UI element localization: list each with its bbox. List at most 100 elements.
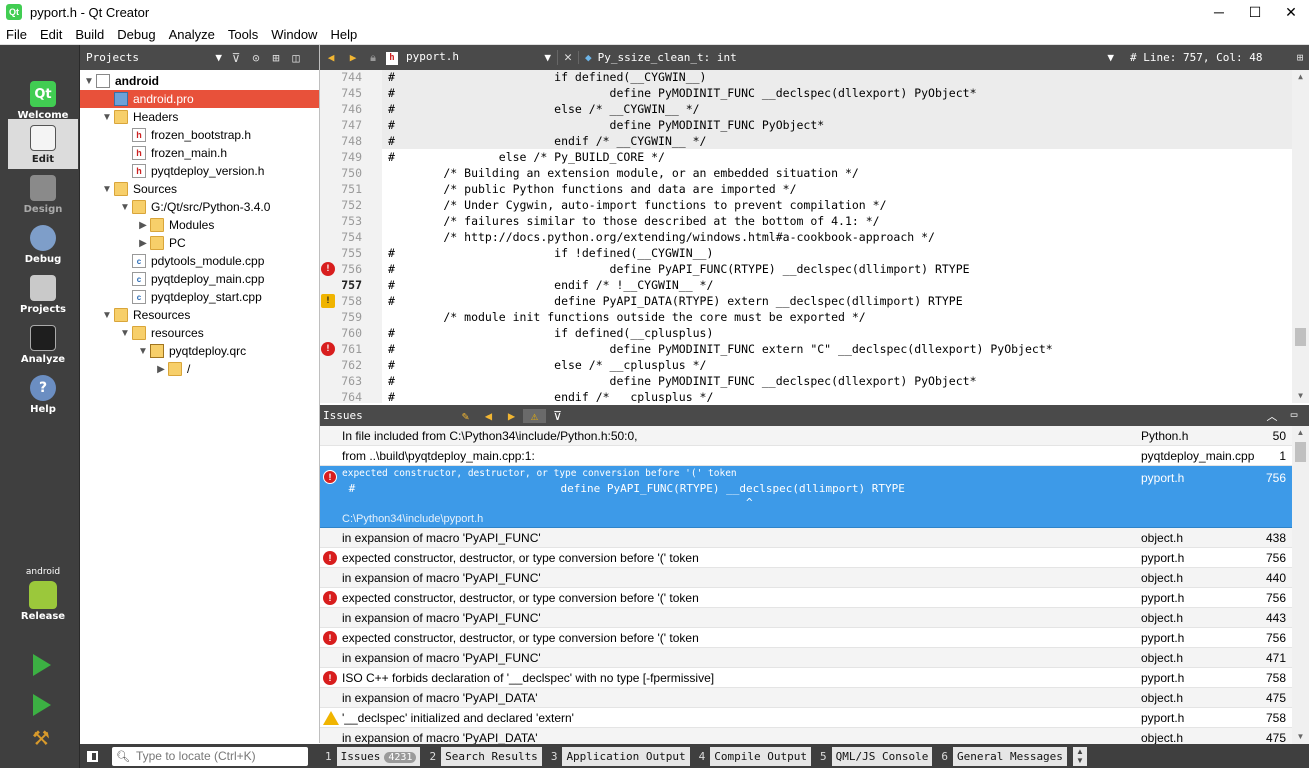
projects-view-selector[interactable]: Projects ▼ bbox=[82, 49, 226, 67]
chevron-right-icon[interactable]: ▶ bbox=[136, 238, 150, 249]
scroll-down-icon[interactable]: ▼ bbox=[1292, 730, 1309, 744]
code-line[interactable]: 748 # endif /* __CYGWIN__ */ bbox=[320, 133, 1292, 149]
code-line[interactable]: 758! # define PyAPI_DATA(RTYPE) extern __… bbox=[320, 293, 1292, 309]
selected-issue-row[interactable]: ! expected constructor, destructor, or t… bbox=[320, 466, 1292, 528]
scroll-down-icon[interactable]: ▼ bbox=[1292, 389, 1309, 403]
issues-list[interactable]: In file included from C:\Python34\includ… bbox=[320, 426, 1309, 744]
code-line[interactable]: 761! # define PyMODINIT_FUNC extern "C" _… bbox=[320, 341, 1292, 357]
code-line[interactable]: 745 # define PyMODINIT_FUNC __declspec(dl… bbox=[320, 85, 1292, 101]
menu-file[interactable]: File bbox=[0, 27, 33, 42]
locator-input[interactable]: 🔍︎ Type to locate (Ctrl+K) bbox=[112, 746, 308, 766]
menu-help[interactable]: Help bbox=[324, 27, 363, 42]
issue-row[interactable]: in expansion of macro 'PyAPI_FUNC' object… bbox=[320, 528, 1292, 548]
menu-window[interactable]: Window bbox=[265, 27, 323, 42]
close-sidebar-icon[interactable]: ◫ bbox=[286, 51, 306, 65]
issue-row[interactable]: ! expected constructor, destructor, or ty… bbox=[320, 628, 1292, 648]
issue-row[interactable]: in expansion of macro 'PyAPI_DATA' object… bbox=[320, 728, 1292, 744]
output-tab-application-output[interactable]: 3 Application Output bbox=[546, 746, 690, 766]
issue-row[interactable]: in expansion of macro 'PyAPI_FUNC' object… bbox=[320, 648, 1292, 668]
code-line[interactable]: 756! # define PyAPI_FUNC(RTYPE) __declspe… bbox=[320, 261, 1292, 277]
chevron-right-icon[interactable]: ▶ bbox=[154, 364, 168, 375]
tree-item[interactable]: ▶ Modules bbox=[80, 216, 319, 234]
back-icon[interactable]: ◀ bbox=[320, 51, 342, 64]
code-line[interactable]: 764 # endif /* __cplusplus */ bbox=[320, 389, 1292, 403]
chevron-down-icon[interactable]: ▼ bbox=[100, 310, 114, 321]
scrollbar-thumb[interactable] bbox=[1295, 442, 1306, 462]
code-line[interactable]: 755 # if !defined(__CYGWIN__) bbox=[320, 245, 1292, 261]
code-line[interactable]: 746 # else /* __CYGWIN__ */ bbox=[320, 101, 1292, 117]
hide-pane-icon[interactable]: ▭ bbox=[1283, 408, 1305, 424]
mode-projects[interactable]: Projects bbox=[8, 269, 78, 319]
tree-item[interactable]: c pdytools_module.cpp bbox=[80, 252, 319, 270]
mode-help[interactable]: ? Help bbox=[8, 369, 78, 419]
menu-debug[interactable]: Debug bbox=[111, 27, 161, 42]
error-marker-icon[interactable]: ! bbox=[321, 342, 335, 356]
tree-item[interactable]: h frozen_main.h bbox=[80, 144, 319, 162]
issue-row[interactable]: ! ISO C++ forbids declaration of '__decls… bbox=[320, 668, 1292, 688]
tree-item[interactable]: c pyqtdeploy_start.cpp bbox=[80, 288, 319, 306]
code-line[interactable]: 754 /* http://docs.python.org/extending/… bbox=[320, 229, 1292, 245]
mode-analyze[interactable]: Analyze bbox=[8, 319, 78, 369]
code-line[interactable]: 747 # define PyMODINIT_FUNC PyObject* bbox=[320, 117, 1292, 133]
code-line[interactable]: 760 # if defined(__cplusplus) bbox=[320, 325, 1292, 341]
close-document-icon[interactable]: ✕ bbox=[558, 50, 578, 65]
maximize-pane-icon[interactable]: ︿ bbox=[1261, 408, 1283, 424]
build-button[interactable]: ⚒ bbox=[28, 725, 56, 753]
previous-issue-icon[interactable]: ◀ bbox=[477, 409, 500, 423]
issue-row[interactable]: in expansion of macro 'PyAPI_DATA' object… bbox=[320, 688, 1292, 708]
scrollbar-thumb[interactable] bbox=[1295, 328, 1306, 346]
mode-welcome[interactable]: Qt Welcome bbox=[8, 75, 78, 125]
issue-row[interactable]: in expansion of macro 'PyAPI_FUNC' object… bbox=[320, 608, 1292, 628]
chevron-right-icon[interactable]: ▶ bbox=[136, 220, 150, 231]
error-marker-icon[interactable]: ! bbox=[321, 262, 335, 276]
link-icon[interactable]: ⊙ bbox=[246, 51, 266, 65]
code-line[interactable]: 762 # else /* __cplusplus */ bbox=[320, 357, 1292, 373]
code-line[interactable]: 744 # if defined(__CYGWIN__) bbox=[320, 70, 1292, 85]
output-tab-compile-output[interactable]: 4 Compile Output bbox=[694, 746, 811, 766]
kit-selector[interactable]: android Release bbox=[8, 567, 78, 637]
debug-run-button[interactable] bbox=[28, 691, 56, 719]
tree-item[interactable]: c pyqtdeploy_main.cpp bbox=[80, 270, 319, 288]
more-tabs-stepper[interactable]: ▲ ▼ bbox=[1072, 746, 1087, 766]
tree-item[interactable]: h pyqtdeploy_version.h bbox=[80, 162, 319, 180]
minimize-button[interactable]: ─ bbox=[1201, 0, 1237, 24]
symbol-selector[interactable]: ◆ Py_ssize_clean_t: int ▼ bbox=[578, 51, 1120, 64]
code-line[interactable]: 750 /* Building an extension module, or … bbox=[320, 165, 1292, 181]
cursor-position[interactable]: # Line: 757, Col: 48 bbox=[1120, 51, 1291, 64]
tree-item[interactable]: ▼ Headers bbox=[80, 108, 319, 126]
code-line[interactable]: 757 # endif /* !__CYGWIN__ */ bbox=[320, 277, 1292, 293]
split-editor-icon[interactable]: ⊞ bbox=[1291, 51, 1309, 64]
next-issue-icon[interactable]: ▶ bbox=[500, 409, 523, 423]
chevron-down-icon[interactable]: ▼ bbox=[118, 202, 132, 213]
run-button[interactable] bbox=[28, 651, 56, 679]
tree-item[interactable]: ▼ Sources bbox=[80, 180, 319, 198]
scroll-up-icon[interactable]: ▲ bbox=[1292, 70, 1309, 84]
code-line[interactable]: 763 # define PyMODINIT_FUNC __declspec(dl… bbox=[320, 373, 1292, 389]
maximize-button[interactable]: ☐ bbox=[1237, 0, 1273, 24]
menu-edit[interactable]: Edit bbox=[34, 27, 68, 42]
code-line[interactable]: 759 /* module init functions outside the… bbox=[320, 309, 1292, 325]
scroll-up-icon[interactable]: ▲ bbox=[1292, 426, 1309, 440]
tree-item[interactable]: ▶ PC bbox=[80, 234, 319, 252]
clean-icon[interactable]: ✎ bbox=[454, 409, 477, 423]
menu-tools[interactable]: Tools bbox=[222, 27, 264, 42]
output-tab-search-results[interactable]: 2 Search Results bbox=[424, 746, 542, 766]
tree-item[interactable]: android.pro bbox=[80, 90, 319, 108]
forward-icon[interactable]: ▶ bbox=[342, 51, 364, 64]
output-tab-issues[interactable]: 1 Issues 4231 bbox=[320, 746, 421, 766]
code-line[interactable]: 753 /* failures similar to those describ… bbox=[320, 213, 1292, 229]
output-tab-qml-console[interactable]: 5 QML/JS Console bbox=[815, 746, 933, 766]
mode-edit[interactable]: Edit bbox=[8, 119, 78, 169]
output-tab-general-messages[interactable]: 6 General Messages bbox=[936, 746, 1067, 766]
editor-scrollbar[interactable]: ▲ ▼ bbox=[1292, 70, 1309, 403]
tree-item[interactable]: ▼ pyqtdeploy.qrc bbox=[80, 342, 319, 360]
code-line[interactable]: 751 /* public Python functions and data … bbox=[320, 181, 1292, 197]
code-editor[interactable]: 744 # if defined(__CYGWIN__) 745 # define P… bbox=[320, 70, 1309, 403]
menu-build[interactable]: Build bbox=[69, 27, 110, 42]
chevron-down-icon[interactable]: ▼ bbox=[82, 76, 96, 87]
tree-item[interactable]: ▼ Resources bbox=[80, 306, 319, 324]
open-file-selector[interactable]: h pyport.h ▼ bbox=[382, 50, 558, 65]
chevron-down-icon[interactable]: ▼ bbox=[100, 184, 114, 195]
show-warnings-icon[interactable]: ⚠ bbox=[523, 408, 546, 423]
issue-row[interactable]: In file included from C:\Python34\includ… bbox=[320, 426, 1292, 446]
